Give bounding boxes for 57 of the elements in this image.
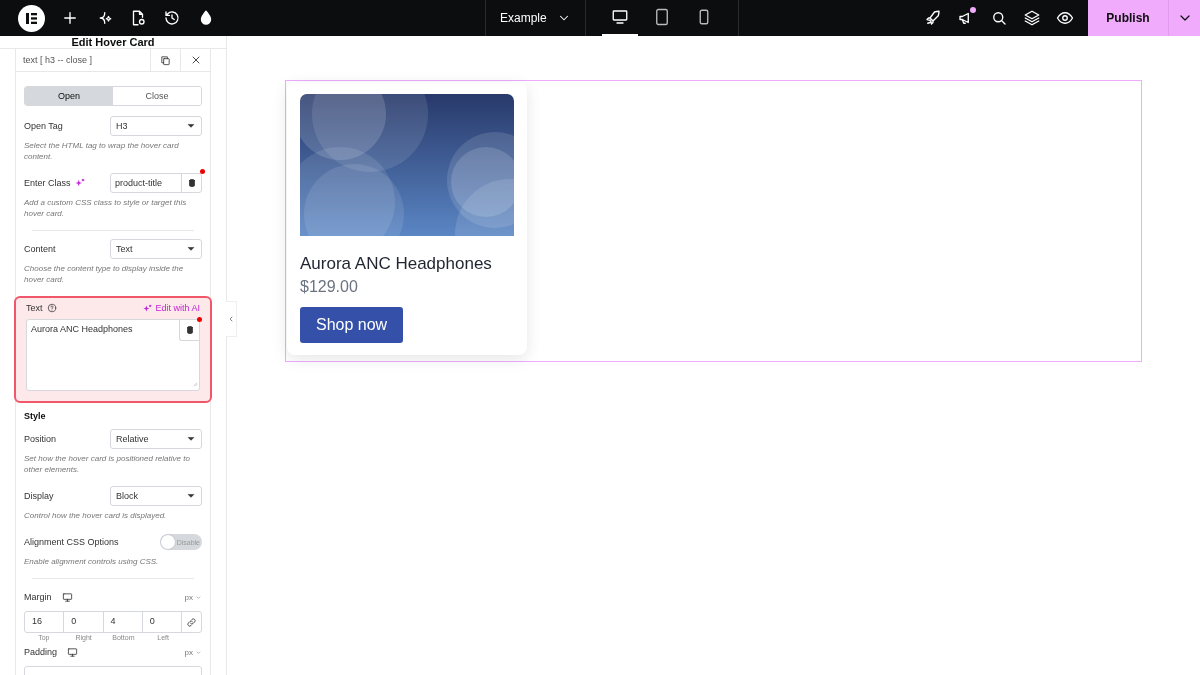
help-icon[interactable]: [46, 303, 57, 313]
field-label: Content: [24, 244, 56, 254]
dropdown-caret-icon: [186, 121, 196, 131]
database-icon[interactable]: [184, 325, 195, 335]
publish-button[interactable]: Publish: [1088, 0, 1168, 36]
caret-icon: [195, 648, 202, 656]
unit-selector[interactable]: px: [184, 592, 193, 602]
unit-selector[interactable]: px: [184, 647, 193, 657]
dropdown-caret-icon: [186, 434, 196, 444]
field-label: Text: [26, 303, 43, 313]
field-label: Position: [24, 434, 57, 444]
edit-with-ai-link[interactable]: Edit with AI: [155, 303, 200, 313]
field-label: Margin: [24, 592, 52, 602]
database-icon[interactable]: [186, 178, 197, 188]
field-label: Alignment CSS Options: [24, 537, 119, 547]
dimension-field[interactable]: 0: [142, 612, 182, 632]
help-text: Set how the hover card is positioned relative to other elements.: [24, 453, 191, 475]
rocket-icon[interactable]: [924, 9, 942, 27]
text-area[interactable]: Aurora ANC Headphones: [26, 319, 200, 391]
product-title: Aurora ANC Headphones: [300, 254, 493, 274]
select-field[interactable]: Block: [110, 486, 202, 506]
shop-now-button[interactable]: Shop now: [300, 307, 404, 343]
field-label: Open Tag: [24, 121, 63, 131]
logo-icon[interactable]: [18, 4, 45, 32]
dimension-field[interactable]: 16: [25, 612, 65, 632]
desktop-icon[interactable]: [610, 8, 629, 26]
copy-icon[interactable]: [160, 54, 171, 66]
dropdown-caret-icon: [186, 244, 196, 254]
dimension-field[interactable]: 4: [103, 612, 143, 632]
layers-icon[interactable]: [1023, 9, 1041, 27]
select-field[interactable]: Text: [110, 239, 202, 259]
section-heading: Style: [24, 411, 47, 421]
help-text: Control how the hover card is displayed.: [24, 510, 168, 521]
help-text: Enable alignment controls using CSS.: [24, 556, 160, 567]
dimension-field[interactable]: 0: [64, 612, 104, 632]
tab[interactable]: Open: [25, 87, 113, 105]
field-label: Enter Class: [24, 178, 71, 188]
link-icon[interactable]: [186, 616, 197, 628]
search-icon[interactable]: [990, 9, 1008, 27]
element-label: text [ h3 -- close ]: [22, 55, 94, 65]
caret-icon: [195, 593, 202, 601]
select-field[interactable]: H3: [110, 116, 202, 136]
help-text: Select the HTML tag to wrap the hover card content.: [24, 140, 180, 162]
panel-title: Edit Hover Card: [0, 36, 226, 49]
field-label: Padding: [24, 647, 58, 657]
site-menu[interactable]: Example: [485, 0, 586, 36]
field-label: Display: [24, 491, 54, 501]
resize-grip-icon[interactable]: [191, 380, 198, 387]
help-text: Choose the content type to display inside the hover card.: [24, 263, 185, 285]
history-icon[interactable]: [163, 9, 181, 27]
eye-icon[interactable]: [1056, 9, 1074, 27]
help-text: Add a custom CSS class to style or target this hover card.: [24, 197, 188, 219]
select-field[interactable]: Relative: [110, 429, 202, 449]
dropdown-caret-icon: [186, 491, 196, 501]
product-price: $129.00: [300, 278, 359, 296]
add-icon[interactable]: [61, 9, 79, 27]
chevron-left-icon: [227, 315, 235, 323]
